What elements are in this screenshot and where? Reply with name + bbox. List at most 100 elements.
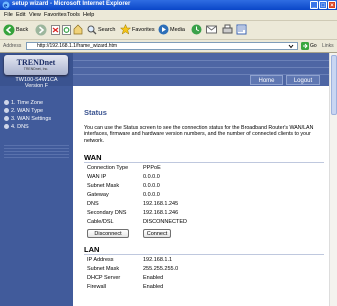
stop-icon[interactable]	[51, 25, 60, 35]
favorites-star-icon[interactable]	[120, 24, 131, 35]
page-title: Status	[84, 108, 107, 117]
wan-ip-value: 0.0.0.0	[143, 174, 160, 180]
nav-wan-type[interactable]: 2. WAN Type	[4, 108, 43, 115]
wan-connection-type-label: Connection Type	[87, 165, 129, 171]
refresh-icon[interactable]	[62, 25, 71, 35]
wan-dns-value: 192.168.1.245	[143, 201, 179, 207]
edit-page-icon[interactable]	[236, 24, 247, 35]
lan-subnet-mask-value: 255.255.255.0	[143, 266, 179, 272]
mail-icon[interactable]	[206, 24, 219, 35]
back-button-label[interactable]: Back	[16, 27, 28, 33]
address-input[interactable]	[26, 42, 298, 50]
lan-dhcp-server-label: DHCP Server	[87, 275, 121, 281]
menu-help[interactable]: Help	[83, 12, 94, 18]
section-divider	[84, 162, 324, 163]
model-info: TW100-S4W1CA Version F	[0, 77, 73, 89]
menu-edit[interactable]: Edit	[16, 12, 25, 18]
history-icon[interactable]	[191, 24, 202, 35]
wan-subnet-mask-label: Subnet Mask	[87, 183, 120, 189]
toolbar: Back Search Favorites Media	[0, 21, 337, 40]
browser-content: TRENDnet TRENDnet, Inc. TW100-S4W1CA Ver…	[0, 53, 329, 306]
wan-dns-label: DNS	[87, 201, 99, 207]
nav-dns[interactable]: 4. DNS	[4, 124, 29, 131]
header-rule	[73, 67, 329, 68]
model-version: Version F	[24, 83, 49, 89]
back-arrow-icon[interactable]	[3, 24, 15, 36]
search-icon[interactable]	[87, 25, 97, 35]
disconnect-button[interactable]: Disconnect	[87, 229, 129, 238]
wan-secondary-dns-value: 192.168.1.246	[143, 210, 179, 216]
svg-text:e: e	[4, 2, 7, 10]
vertical-scrollbar[interactable]	[329, 53, 337, 306]
go-button-label[interactable]: Go	[310, 43, 317, 49]
print-icon[interactable]	[222, 24, 233, 35]
wan-secondary-dns-label: Secondary DNS	[87, 210, 127, 216]
wan-gateway-label: Gateway	[87, 192, 109, 198]
ie-icon: e	[2, 1, 10, 9]
maximize-button[interactable]: □	[319, 1, 327, 9]
wan-gateway-value: 0.0.0.0	[143, 192, 160, 198]
minimize-button[interactable]: _	[310, 1, 318, 9]
lan-dhcp-server-value: Enabled	[143, 275, 164, 281]
wan-ip-label: WAN IP	[87, 174, 107, 180]
wan-cable-dsl-label: Cable/DSL	[87, 219, 114, 225]
go-arrow-icon[interactable]	[301, 42, 309, 50]
nav-wan-type-label: 2. WAN Type	[11, 108, 44, 114]
home-button-label: Home	[258, 78, 275, 84]
close-button[interactable]: ×	[328, 1, 336, 9]
home-icon[interactable]	[73, 24, 83, 35]
page-description: You can use the Status screen to see the…	[84, 125, 314, 144]
step-bullet-icon	[4, 116, 9, 121]
logout-button[interactable]: Logout	[286, 75, 320, 85]
step-bullet-icon	[4, 100, 9, 105]
sidebar-divider	[4, 145, 69, 146]
address-label: Address	[3, 43, 22, 49]
sidebar-divider	[4, 154, 69, 155]
chevron-down-icon[interactable]	[288, 43, 294, 49]
lan-firewall-value: Enabled	[143, 284, 164, 290]
nav-time-zone-label: 1. Time Zone	[11, 100, 44, 106]
wan-heading: WAN	[84, 153, 102, 162]
window-title: setup wizard - Microsoft Internet Explor…	[12, 1, 131, 7]
lan-ip-address-value: 192.168.1.1	[143, 257, 173, 263]
media-button-label[interactable]: Media	[170, 27, 185, 33]
window-titlebar: e setup wizard - Microsoft Internet Expl…	[0, 0, 337, 10]
menu-file[interactable]: File	[4, 12, 13, 18]
wan-connection-type-value: PPPoE	[143, 165, 161, 171]
home-button[interactable]: Home	[250, 75, 283, 85]
logout-button-label: Logout	[293, 78, 313, 84]
lan-subnet-mask-label: Subnet Mask	[87, 266, 120, 272]
sidebar-divider	[4, 148, 69, 149]
lan-ip-address-label: IP Address	[87, 257, 114, 263]
favorites-button-label[interactable]: Favorites	[132, 27, 155, 33]
lan-heading: LAN	[84, 245, 100, 254]
menu-bar: File Edit View Favorites Tools Help	[0, 10, 337, 21]
menu-view[interactable]: View	[29, 12, 41, 18]
sidebar: TRENDnet TRENDnet, Inc. TW100-S4W1CA Ver…	[0, 53, 73, 306]
step-bullet-icon	[4, 108, 9, 113]
wan-subnet-mask-value: 0.0.0.0	[143, 183, 160, 189]
nav-wan-settings-label: 3. WAN Settings	[11, 116, 52, 122]
forward-arrow-icon[interactable]	[35, 24, 47, 36]
menu-favorites[interactable]: Favorites	[44, 12, 67, 18]
scrollbar-thumb[interactable]	[331, 55, 337, 115]
brand-logo: TRENDnet	[16, 58, 56, 67]
nav-dns-label: 4. DNS	[11, 124, 29, 130]
header-rule	[73, 60, 329, 61]
sidebar-divider	[4, 151, 69, 152]
page-header: Home Logout	[73, 53, 329, 86]
wan-cable-dsl-value: DISCONNECTED	[143, 219, 188, 225]
brand-tagline: TRENDnet, Inc.	[23, 67, 49, 71]
connect-button[interactable]: Connect	[143, 229, 171, 238]
menu-tools[interactable]: Tools	[67, 12, 80, 18]
links-label[interactable]: Links	[322, 43, 334, 49]
address-bar: Address Go Links	[0, 40, 337, 53]
nav-time-zone[interactable]: 1. Time Zone	[4, 100, 43, 107]
media-icon[interactable]	[158, 24, 169, 35]
step-bullet-icon	[4, 124, 9, 129]
lan-firewall-label: Firewall	[87, 284, 106, 290]
nav-wan-settings[interactable]: 3. WAN Settings	[4, 116, 51, 123]
sidebar-divider	[4, 157, 69, 158]
section-divider	[84, 254, 324, 255]
search-button-label[interactable]: Search	[98, 27, 115, 33]
